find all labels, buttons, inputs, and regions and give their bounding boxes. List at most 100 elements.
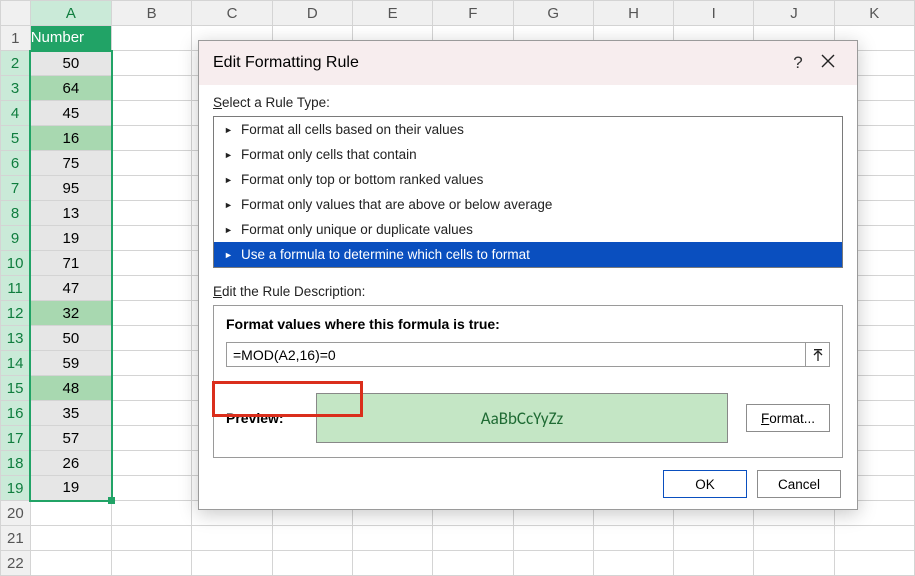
row-header[interactable]: 5 — [1, 126, 31, 151]
formula-input[interactable]: =MOD(A2,16)=0 — [226, 342, 806, 367]
cell[interactable]: 19 — [30, 226, 111, 251]
row-header[interactable]: 14 — [1, 351, 31, 376]
row-header[interactable]: 13 — [1, 326, 31, 351]
rule-type-item[interactable]: ►Format only top or bottom ranked values — [214, 167, 842, 192]
cell[interactable] — [674, 551, 754, 576]
range-selector-button[interactable] — [806, 342, 830, 367]
rule-type-item[interactable]: ►Format all cells based on their values — [214, 117, 842, 142]
cell[interactable] — [112, 401, 192, 426]
cell[interactable] — [112, 201, 192, 226]
cell[interactable] — [272, 526, 352, 551]
cell[interactable] — [192, 526, 272, 551]
cell[interactable] — [112, 176, 192, 201]
cell[interactable] — [754, 551, 834, 576]
column-header[interactable]: I — [674, 1, 754, 26]
close-button[interactable] — [813, 53, 843, 73]
row-header[interactable]: 19 — [1, 476, 31, 501]
row-header[interactable]: 3 — [1, 76, 31, 101]
cell[interactable]: 48 — [30, 376, 111, 401]
cell[interactable] — [112, 51, 192, 76]
cell[interactable] — [513, 526, 593, 551]
cell[interactable] — [112, 226, 192, 251]
cell[interactable] — [112, 151, 192, 176]
row-header[interactable]: 12 — [1, 301, 31, 326]
column-header[interactable]: A — [30, 1, 111, 26]
cell[interactable] — [674, 526, 754, 551]
row-header[interactable]: 18 — [1, 451, 31, 476]
cell[interactable]: 71 — [30, 251, 111, 276]
cell[interactable] — [112, 326, 192, 351]
row-header[interactable]: 6 — [1, 151, 31, 176]
cell[interactable] — [112, 501, 192, 526]
cell[interactable] — [30, 501, 111, 526]
cell[interactable] — [112, 101, 192, 126]
cell[interactable] — [593, 551, 673, 576]
cell[interactable] — [352, 551, 432, 576]
row-header[interactable]: 10 — [1, 251, 31, 276]
rule-type-list[interactable]: ►Format all cells based on their values►… — [213, 116, 843, 268]
corner-cell[interactable] — [1, 1, 31, 26]
row-header[interactable]: 7 — [1, 176, 31, 201]
ok-button[interactable]: OK — [663, 470, 747, 498]
cell[interactable] — [112, 126, 192, 151]
cell[interactable] — [112, 476, 192, 501]
cell[interactable] — [112, 451, 192, 476]
row-header[interactable]: 4 — [1, 101, 31, 126]
column-header[interactable]: G — [513, 1, 593, 26]
cell[interactable]: 75 — [30, 151, 111, 176]
row-header[interactable]: 22 — [1, 551, 31, 576]
cell[interactable]: 47 — [30, 276, 111, 301]
cell[interactable] — [112, 26, 192, 51]
row-header[interactable]: 16 — [1, 401, 31, 426]
column-header[interactable]: E — [352, 1, 432, 26]
column-header[interactable]: C — [192, 1, 272, 26]
cell[interactable] — [112, 276, 192, 301]
cell[interactable] — [112, 551, 192, 576]
cell[interactable] — [754, 526, 834, 551]
cell[interactable] — [112, 251, 192, 276]
row-header[interactable]: 21 — [1, 526, 31, 551]
cell[interactable] — [513, 551, 593, 576]
cell[interactable] — [30, 526, 111, 551]
cell[interactable]: 13 — [30, 201, 111, 226]
cell[interactable] — [433, 551, 513, 576]
cell[interactable] — [834, 551, 914, 576]
cell[interactable] — [112, 526, 192, 551]
cell[interactable]: 59 — [30, 351, 111, 376]
cell[interactable]: 57 — [30, 426, 111, 451]
cell[interactable] — [834, 526, 914, 551]
cell[interactable] — [112, 376, 192, 401]
column-header[interactable]: D — [272, 1, 352, 26]
help-button[interactable]: ? — [783, 53, 813, 73]
row-header[interactable]: 8 — [1, 201, 31, 226]
row-header[interactable]: 11 — [1, 276, 31, 301]
cell[interactable]: 50 — [30, 51, 111, 76]
column-header[interactable]: K — [834, 1, 914, 26]
column-header[interactable]: H — [593, 1, 673, 26]
cell[interactable]: 45 — [30, 101, 111, 126]
column-header[interactable]: J — [754, 1, 834, 26]
row-header[interactable]: 9 — [1, 226, 31, 251]
cell[interactable] — [272, 551, 352, 576]
row-header[interactable]: 15 — [1, 376, 31, 401]
row-header[interactable]: 20 — [1, 501, 31, 526]
cell[interactable]: 19 — [30, 476, 111, 501]
cell[interactable]: 64 — [30, 76, 111, 101]
rule-type-item[interactable]: ►Format only values that are above or be… — [214, 192, 842, 217]
format-button[interactable]: Format... — [746, 404, 830, 432]
row-header[interactable]: 2 — [1, 51, 31, 76]
rule-type-item[interactable]: ►Format only cells that contain — [214, 142, 842, 167]
cell[interactable]: 26 — [30, 451, 111, 476]
cell[interactable] — [352, 526, 432, 551]
cell[interactable]: 32 — [30, 301, 111, 326]
cell[interactable] — [112, 76, 192, 101]
row-header[interactable]: 17 — [1, 426, 31, 451]
cell[interactable]: 35 — [30, 401, 111, 426]
column-header[interactable]: F — [433, 1, 513, 26]
column-header[interactable]: B — [112, 1, 192, 26]
row-header[interactable]: 1 — [1, 26, 31, 51]
cell[interactable]: 95 — [30, 176, 111, 201]
cancel-button[interactable]: Cancel — [757, 470, 841, 498]
cell[interactable]: 50 — [30, 326, 111, 351]
cell[interactable] — [112, 301, 192, 326]
